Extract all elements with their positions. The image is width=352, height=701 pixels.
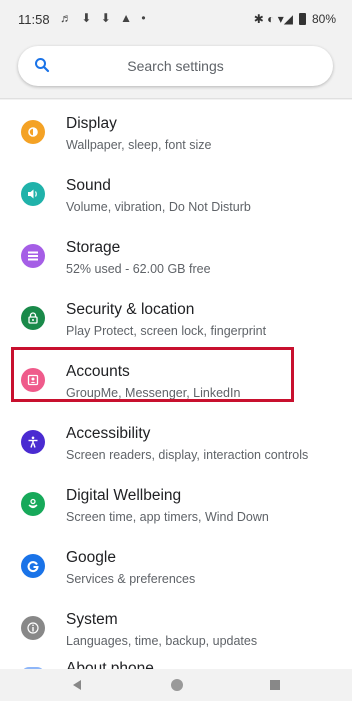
search-placeholder: Search settings <box>127 58 224 74</box>
setting-item-security-location[interactable]: Security & location Play Protect, screen… <box>0 292 352 354</box>
setting-subtitle: Screen readers, display, interaction con… <box>66 448 309 462</box>
divider <box>0 98 352 99</box>
wellbeing-icon <box>21 492 45 516</box>
setting-item-display[interactable]: Display Wallpaper, sleep, font size <box>0 106 352 168</box>
storage-icon <box>21 244 45 268</box>
setting-subtitle: 52% used - 62.00 GB free <box>66 262 211 276</box>
display-icon <box>21 120 45 144</box>
setting-title: Security & location <box>66 301 195 318</box>
setting-title: Google <box>66 549 116 566</box>
sound-icon <box>21 182 45 206</box>
setting-item-accessibility[interactable]: Accessibility Screen readers, display, i… <box>0 416 352 478</box>
setting-subtitle: Languages, time, backup, updates <box>66 634 258 648</box>
lock-icon <box>21 306 45 330</box>
setting-subtitle: Volume, vibration, Do Not Disturb <box>66 200 251 214</box>
setting-title: Storage <box>66 239 121 256</box>
system-icons: ✱ ◐ ▾◢ <box>253 12 293 26</box>
setting-title: Digital Wellbeing <box>66 487 182 504</box>
search-area: Search settings <box>0 40 352 100</box>
battery-icon <box>298 13 306 25</box>
home-icon[interactable] <box>171 679 183 691</box>
setting-subtitle: Wallpaper, sleep, font size <box>66 138 212 152</box>
status-right-group: ✱ ◐ ▾◢ 80% <box>254 12 336 26</box>
accessibility-icon <box>21 430 45 454</box>
status-bar: 11:58 ♬ ⬇ ⬇ ▲ • ✱ ◐ ▾◢ 80% <box>0 0 352 40</box>
setting-subtitle: Screen time, app timers, Wind Down <box>66 510 269 524</box>
battery-percent: 80% <box>311 12 336 26</box>
navigation-bar <box>0 669 352 701</box>
setting-item-digital-wellbeing[interactable]: Digital Wellbeing Screen time, app timer… <box>0 478 352 540</box>
notification-icons: ♬ ⬇ ⬇ ▲ • <box>60 11 149 25</box>
setting-title: Sound <box>66 177 111 194</box>
setting-item-google[interactable]: Google Services & preferences <box>0 540 352 602</box>
setting-subtitle: Play Protect, screen lock, fingerprint <box>66 324 267 338</box>
recent-apps-icon[interactable] <box>270 680 280 690</box>
google-icon <box>21 554 45 578</box>
setting-title: System <box>66 611 118 628</box>
status-time: 11:58 <box>18 12 50 27</box>
back-icon[interactable] <box>73 680 81 690</box>
setting-subtitle: Services & preferences <box>66 572 196 586</box>
info-icon <box>21 616 45 640</box>
search-input[interactable]: Search settings <box>18 46 333 86</box>
highlight-box <box>11 347 294 402</box>
setting-item-sound[interactable]: Sound Volume, vibration, Do Not Disturb <box>0 168 352 230</box>
setting-item-storage[interactable]: Storage 52% used - 62.00 GB free <box>0 230 352 292</box>
setting-item-about-phone[interactable]: About phone <box>66 660 154 669</box>
setting-item-system[interactable]: System Languages, time, backup, updates <box>0 602 352 664</box>
setting-title: Display <box>66 115 117 132</box>
setting-title: Accessibility <box>66 425 151 442</box>
